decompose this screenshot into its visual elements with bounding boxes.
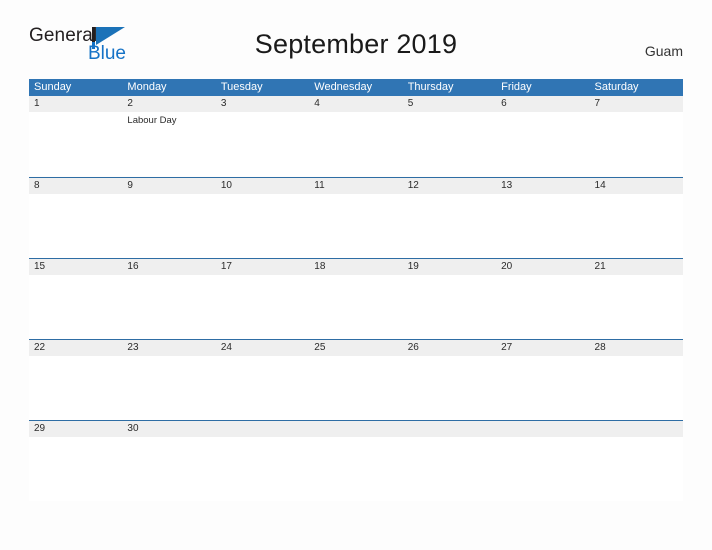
day-number[interactable]: 2 — [122, 96, 215, 112]
day-cell[interactable] — [309, 275, 402, 339]
day-cell[interactable] — [496, 275, 589, 339]
calendar-page: General Blue September 2019 Guam Sunday … — [0, 0, 712, 550]
calendar-grid: Sunday Monday Tuesday Wednesday Thursday… — [29, 79, 683, 501]
day-number[interactable]: 27 — [496, 340, 589, 356]
day-cell[interactable] — [216, 112, 309, 176]
calendar-week-row: 29 30 — [29, 420, 683, 501]
day-number-empty — [496, 421, 589, 437]
day-cell[interactable] — [309, 194, 402, 258]
day-number[interactable]: 26 — [403, 340, 496, 356]
day-cell[interactable] — [590, 356, 683, 420]
day-number-empty — [403, 421, 496, 437]
calendar-week-row: 15 16 17 18 19 20 21 — [29, 258, 683, 339]
day-events-band — [29, 275, 683, 339]
day-cell[interactable] — [29, 112, 122, 176]
day-events-band — [29, 356, 683, 420]
day-cell-empty — [590, 437, 683, 501]
day-cell[interactable] — [496, 356, 589, 420]
event-label: Labour Day — [127, 115, 177, 126]
day-cell[interactable]: Labour Day — [122, 112, 215, 176]
weekday-tuesday: Tuesday — [220, 81, 263, 93]
day-cell[interactable] — [216, 194, 309, 258]
day-number[interactable]: 5 — [403, 96, 496, 112]
day-cell[interactable] — [403, 194, 496, 258]
day-cell[interactable] — [122, 437, 215, 501]
day-events-band — [29, 437, 683, 501]
day-number[interactable]: 18 — [309, 259, 402, 275]
day-number[interactable]: 13 — [496, 178, 589, 194]
date-number-band: 8 9 10 11 12 13 14 — [29, 177, 683, 194]
day-cell[interactable] — [496, 194, 589, 258]
day-number[interactable]: 8 — [29, 178, 122, 194]
weekday-thursday: Thursday — [407, 81, 454, 93]
day-cell-empty — [309, 437, 402, 501]
day-number[interactable]: 15 — [29, 259, 122, 275]
day-number[interactable]: 29 — [29, 421, 122, 437]
day-cell[interactable] — [29, 275, 122, 339]
weekday-sunday: Sunday — [34, 81, 72, 93]
day-number[interactable]: 21 — [590, 259, 683, 275]
day-events-band: Labour Day — [29, 112, 683, 176]
weekday-monday: Monday — [127, 81, 167, 93]
date-number-band: 1 2 3 4 5 6 7 — [29, 96, 683, 112]
day-number[interactable]: 4 — [309, 96, 402, 112]
day-cell[interactable] — [590, 112, 683, 176]
day-number[interactable]: 25 — [309, 340, 402, 356]
day-cell[interactable] — [496, 112, 589, 176]
day-number-empty — [309, 421, 402, 437]
day-cell[interactable] — [29, 437, 122, 501]
day-cell-empty — [403, 437, 496, 501]
day-events-band — [29, 194, 683, 258]
day-number[interactable]: 12 — [403, 178, 496, 194]
day-cell[interactable] — [216, 275, 309, 339]
day-cell[interactable] — [403, 356, 496, 420]
day-number[interactable]: 3 — [216, 96, 309, 112]
day-number-empty — [590, 421, 683, 437]
day-cell[interactable] — [590, 194, 683, 258]
day-number[interactable]: 16 — [122, 259, 215, 275]
weekday-wednesday: Wednesday — [314, 81, 373, 93]
day-cell[interactable] — [29, 356, 122, 420]
day-number[interactable]: 28 — [590, 340, 683, 356]
day-cell[interactable] — [122, 194, 215, 258]
day-number[interactable]: 23 — [122, 340, 215, 356]
calendar-week-row: 8 9 10 11 12 13 14 — [29, 177, 683, 258]
page-header: General Blue September 2019 Guam — [0, 0, 712, 63]
weekday-saturday: Saturday — [594, 81, 639, 93]
day-number[interactable]: 10 — [216, 178, 309, 194]
day-cell[interactable] — [29, 194, 122, 258]
day-number[interactable]: 30 — [122, 421, 215, 437]
day-number[interactable]: 11 — [309, 178, 402, 194]
day-number-empty — [216, 421, 309, 437]
day-number[interactable]: 24 — [216, 340, 309, 356]
weekday-friday: Friday — [501, 81, 532, 93]
day-cell[interactable] — [122, 356, 215, 420]
day-cell[interactable] — [122, 275, 215, 339]
day-number[interactable]: 14 — [590, 178, 683, 194]
day-cell[interactable] — [403, 112, 496, 176]
day-number[interactable]: 19 — [403, 259, 496, 275]
date-number-band: 22 23 24 25 26 27 28 — [29, 339, 683, 356]
page-title: September 2019 — [254, 29, 458, 59]
weekday-header-row: Sunday Monday Tuesday Wednesday Thursday… — [29, 79, 683, 96]
day-number[interactable]: 6 — [496, 96, 589, 112]
calendar-location: Guam — [644, 43, 683, 59]
day-number[interactable]: 9 — [122, 178, 215, 194]
day-number[interactable]: 22 — [29, 340, 122, 356]
day-number[interactable]: 17 — [216, 259, 309, 275]
date-number-band: 29 30 — [29, 420, 683, 437]
date-number-band: 15 16 17 18 19 20 21 — [29, 258, 683, 275]
day-number[interactable]: 20 — [496, 259, 589, 275]
day-cell[interactable] — [590, 275, 683, 339]
day-number[interactable]: 7 — [590, 96, 683, 112]
day-cell[interactable] — [216, 356, 309, 420]
day-cell-empty — [216, 437, 309, 501]
day-cell[interactable] — [309, 356, 402, 420]
day-cell[interactable] — [309, 112, 402, 176]
day-number[interactable]: 1 — [29, 96, 122, 112]
day-cell[interactable] — [403, 275, 496, 339]
calendar-week-row: 1 2 3 4 5 6 7 Labour Day — [29, 96, 683, 177]
day-cell-empty — [496, 437, 589, 501]
calendar-week-row: 22 23 24 25 26 27 28 — [29, 339, 683, 420]
